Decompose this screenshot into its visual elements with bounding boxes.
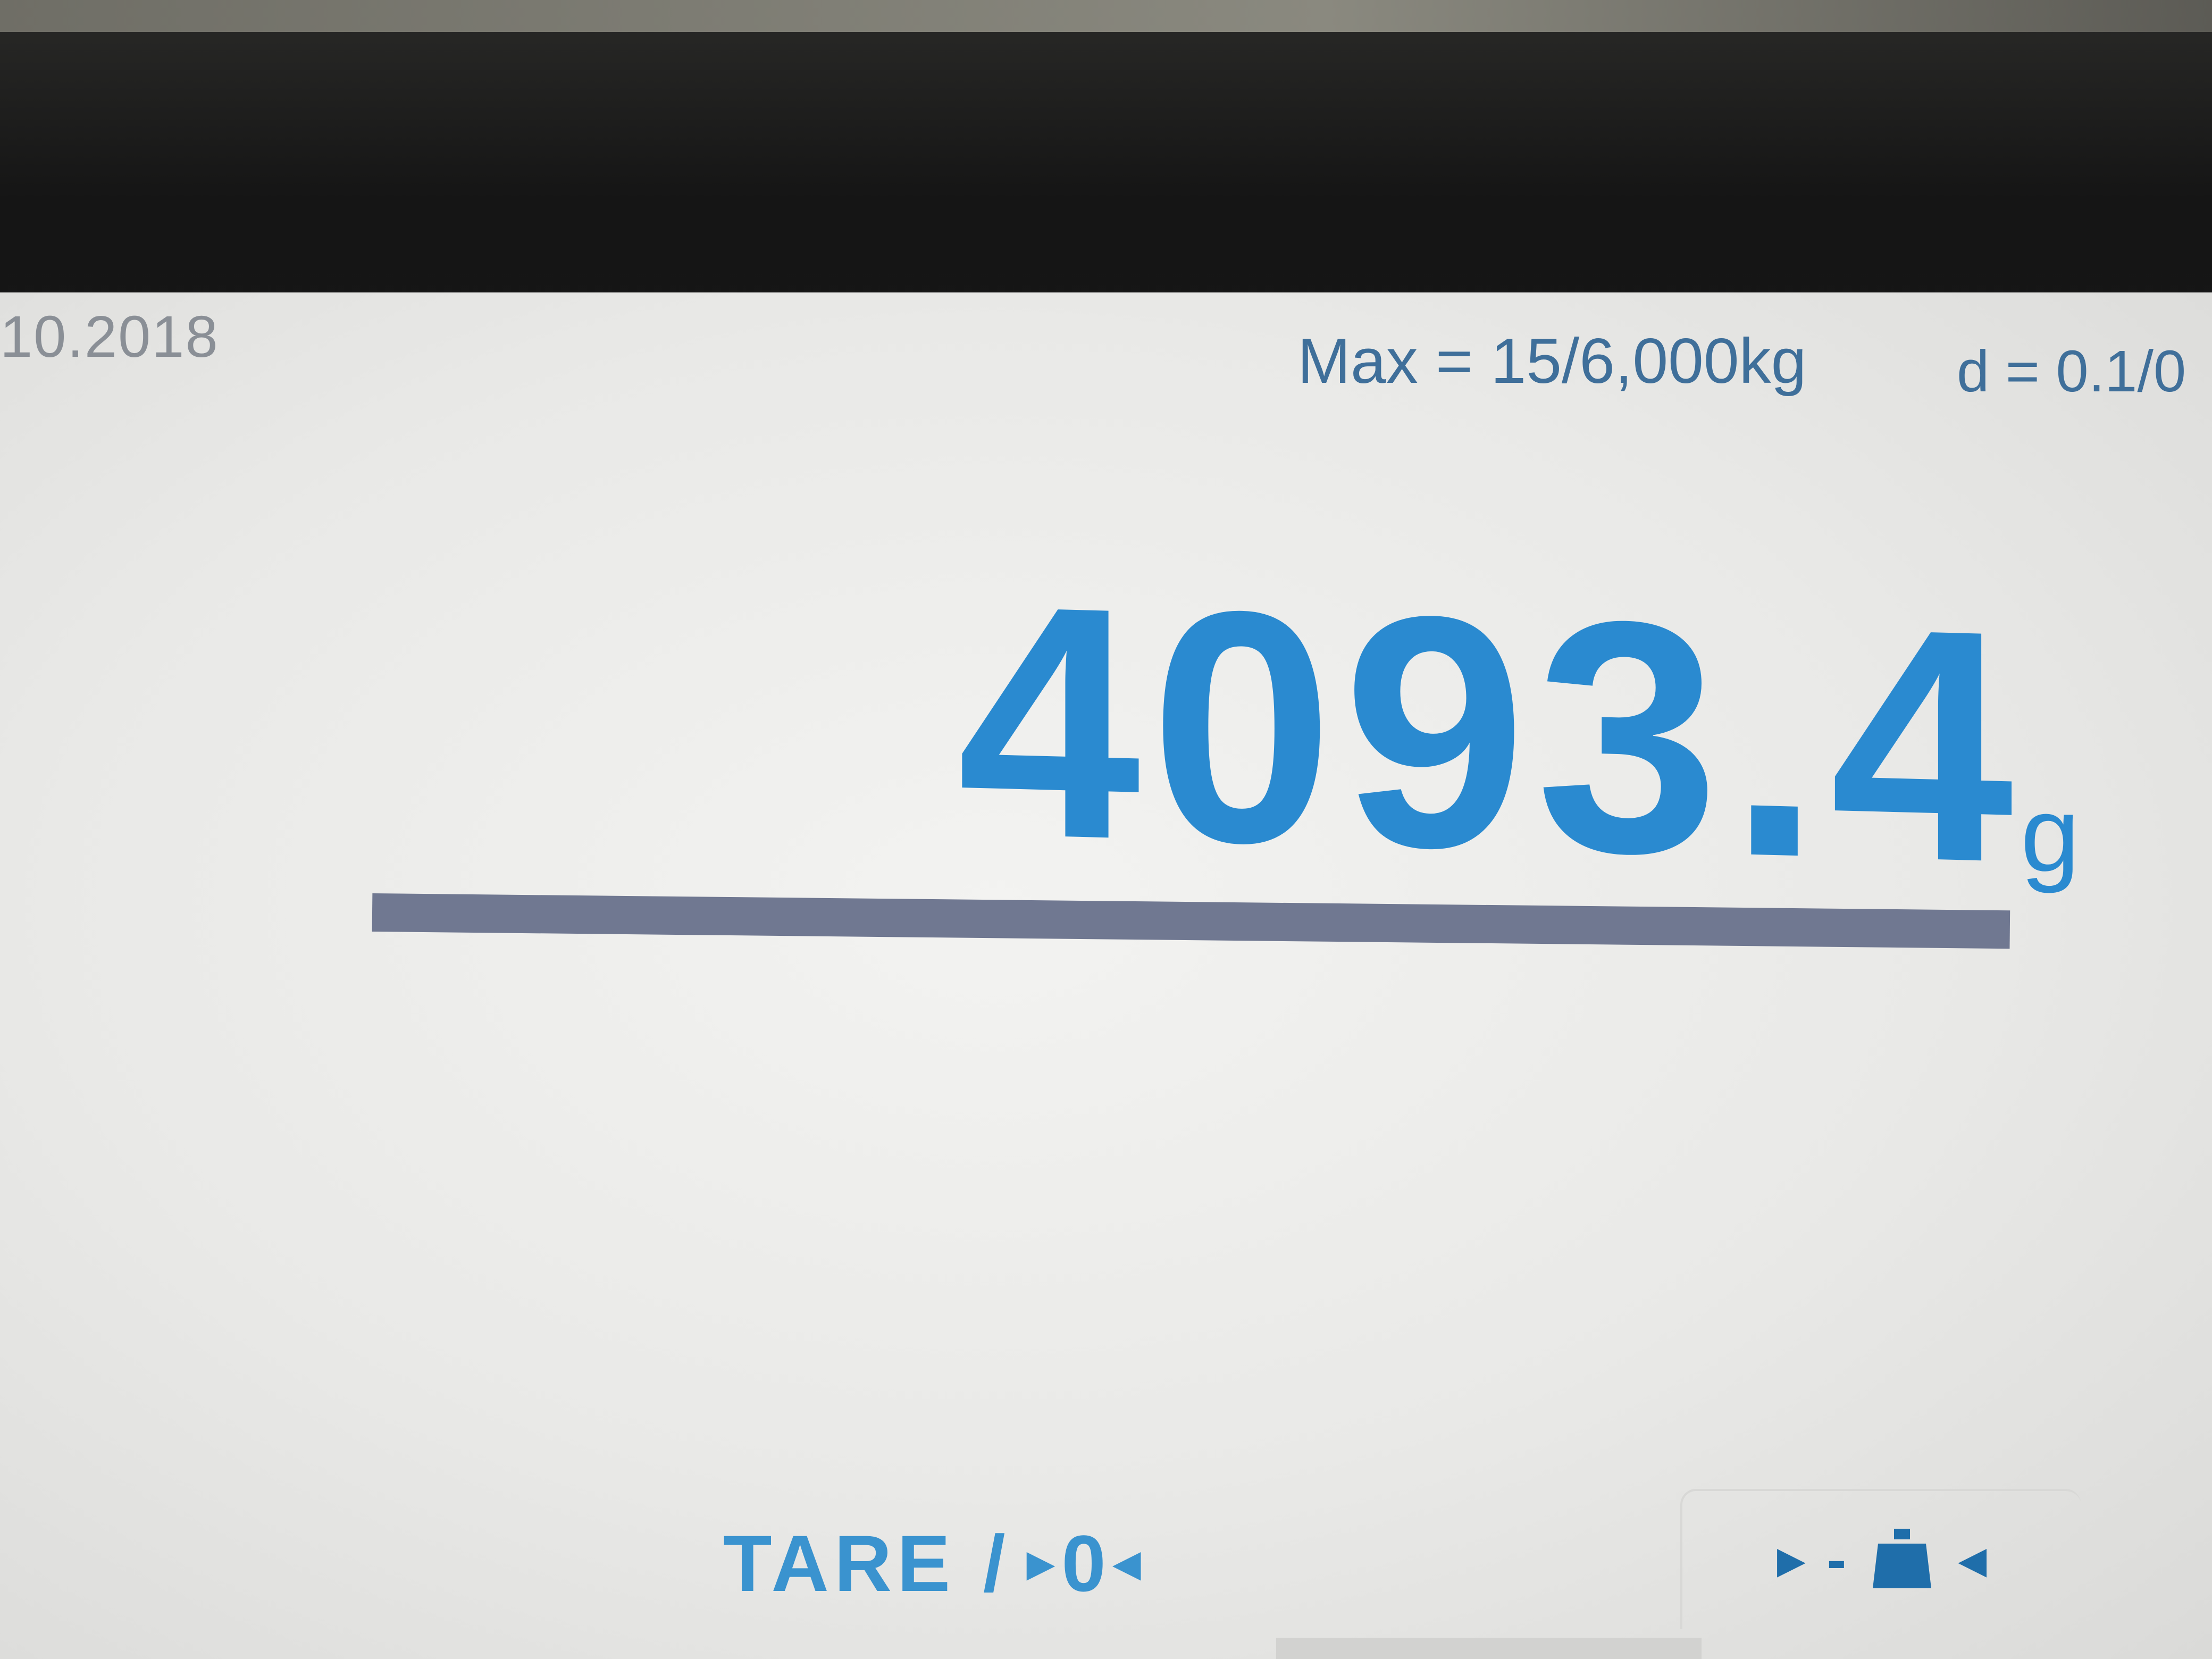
weight-adjust-button[interactable]: ▶ - ◀ bbox=[1680, 1489, 2081, 1629]
right-triangle-icon: ▶ bbox=[1026, 1543, 1055, 1584]
zero-indicator: ▶ 0 ◀ bbox=[1027, 1518, 1141, 1610]
bottom-tab-strip bbox=[1276, 1638, 1702, 1659]
zero-label: 0 bbox=[1061, 1518, 1106, 1608]
dash-label: - bbox=[1826, 1527, 1847, 1593]
date-label: 10.2018 bbox=[0, 304, 219, 370]
right-triangle-icon: ▶ bbox=[1777, 1539, 1806, 1581]
left-triangle-icon: ◀ bbox=[1958, 1539, 1987, 1581]
tare-zero-button[interactable]: TARE / ▶ 0 ◀ bbox=[723, 1510, 1141, 1616]
max-capacity-label: Max = 15/6,000kg bbox=[1297, 325, 1807, 397]
tare-label: TARE / bbox=[723, 1518, 1011, 1608]
scale-display: 10.2018 Max = 15/6,000kg d = 0.1/0 4093.… bbox=[0, 292, 2212, 1659]
division-label: d = 0.1/0 bbox=[1957, 339, 2186, 404]
left-triangle-icon: ◀ bbox=[1112, 1543, 1141, 1584]
weight-reading: 4093.4 bbox=[957, 535, 2023, 932]
bezel-edge bbox=[0, 0, 2212, 32]
weight-icon bbox=[1867, 1524, 1937, 1596]
weight-unit: g bbox=[2021, 775, 2080, 894]
